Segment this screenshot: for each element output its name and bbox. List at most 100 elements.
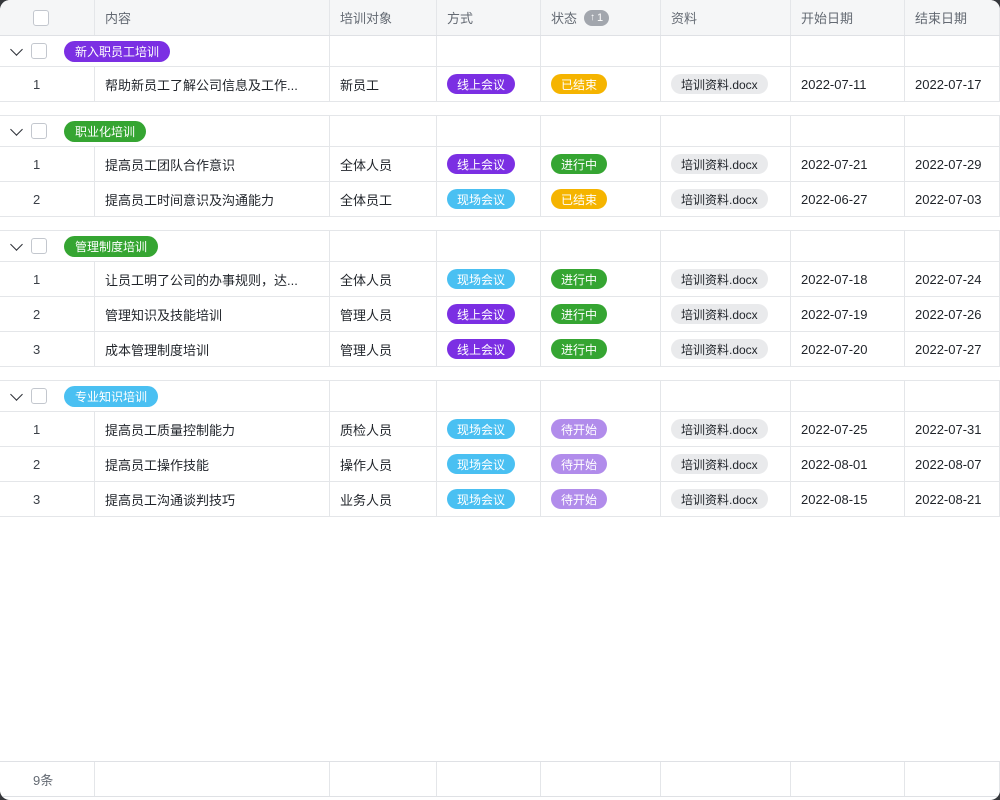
start-date-cell[interactable]: 2022-06-27 (791, 182, 905, 216)
method-pill[interactable]: 现场会议 (447, 454, 515, 474)
target-cell[interactable]: 全体人员 (330, 262, 437, 296)
method-pill[interactable]: 线上会议 (447, 304, 515, 324)
content-cell[interactable]: 提高员工沟通谈判技巧 (95, 482, 330, 516)
status-pill[interactable]: 待开始 (551, 419, 607, 439)
end-date-cell[interactable]: 2022-07-27 (905, 332, 1000, 366)
method-cell[interactable]: 线上会议 (437, 297, 541, 331)
end-date-cell[interactable]: 2022-07-29 (905, 147, 1000, 181)
end-date-cell[interactable]: 2022-08-07 (905, 447, 1000, 481)
status-cell[interactable]: 已结束 (541, 67, 661, 101)
end-date-cell[interactable]: 2022-07-31 (905, 412, 1000, 446)
method-pill[interactable]: 线上会议 (447, 339, 515, 359)
method-pill[interactable]: 现场会议 (447, 189, 515, 209)
content-cell[interactable]: 提高员工团队合作意识 (95, 147, 330, 181)
status-cell[interactable]: 进行中 (541, 147, 661, 181)
table-row[interactable]: 3 提高员工沟通谈判技巧 业务人员 现场会议 待开始 培训资料.docx 202… (0, 482, 1000, 517)
method-cell[interactable]: 现场会议 (437, 262, 541, 296)
content-cell[interactable]: 提高员工操作技能 (95, 447, 330, 481)
method-pill[interactable]: 现场会议 (447, 269, 515, 289)
material-file-pill[interactable]: 培训资料.docx (671, 154, 768, 174)
table-row[interactable]: 1 帮助新员工了解公司信息及工作... 新员工 线上会议 已结束 培训资料.do… (0, 67, 1000, 102)
material-file-pill[interactable]: 培训资料.docx (671, 454, 768, 474)
column-header-material[interactable]: 资料 (661, 0, 791, 35)
material-cell[interactable]: 培训资料.docx (661, 332, 791, 366)
method-cell[interactable]: 现场会议 (437, 182, 541, 216)
group-header-row[interactable]: 专业知识培训 (0, 381, 1000, 412)
material-cell[interactable]: 培训资料.docx (661, 297, 791, 331)
method-pill[interactable]: 线上会议 (447, 154, 515, 174)
target-cell[interactable]: 管理人员 (330, 332, 437, 366)
group-name-badge[interactable]: 职业化培训 (64, 121, 146, 142)
group-checkbox[interactable] (31, 123, 47, 139)
target-cell[interactable]: 业务人员 (330, 482, 437, 516)
material-file-pill[interactable]: 培训资料.docx (671, 489, 768, 509)
method-cell[interactable]: 线上会议 (437, 332, 541, 366)
end-date-cell[interactable]: 2022-07-26 (905, 297, 1000, 331)
start-date-cell[interactable]: 2022-07-19 (791, 297, 905, 331)
table-row[interactable]: 2 提高员工时间意识及沟通能力 全体员工 现场会议 已结束 培训资料.docx … (0, 182, 1000, 217)
method-cell[interactable]: 现场会议 (437, 447, 541, 481)
table-row[interactable]: 1 让员工明了公司的办事规则，达... 全体人员 现场会议 进行中 培训资料.d… (0, 262, 1000, 297)
status-pill[interactable]: 待开始 (551, 489, 607, 509)
table-row[interactable]: 2 提高员工操作技能 操作人员 现场会议 待开始 培训资料.docx 2022-… (0, 447, 1000, 482)
group-name-badge[interactable]: 管理制度培训 (64, 236, 158, 257)
group-header-row[interactable]: 职业化培训 (0, 116, 1000, 147)
group-checkbox[interactable] (31, 238, 47, 254)
target-cell[interactable]: 新员工 (330, 67, 437, 101)
material-file-pill[interactable]: 培训资料.docx (671, 74, 768, 94)
sort-badge[interactable]: ↑ 1 (584, 10, 609, 26)
content-cell[interactable]: 提高员工质量控制能力 (95, 412, 330, 446)
group-header-row[interactable]: 管理制度培训 (0, 231, 1000, 262)
status-pill[interactable]: 进行中 (551, 339, 607, 359)
method-cell[interactable]: 线上会议 (437, 147, 541, 181)
start-date-cell[interactable]: 2022-07-21 (791, 147, 905, 181)
start-date-cell[interactable]: 2022-08-15 (791, 482, 905, 516)
status-pill[interactable]: 进行中 (551, 154, 607, 174)
column-header-start-date[interactable]: 开始日期 (791, 0, 905, 35)
target-cell[interactable]: 操作人员 (330, 447, 437, 481)
end-date-cell[interactable]: 2022-07-24 (905, 262, 1000, 296)
method-cell[interactable]: 现场会议 (437, 412, 541, 446)
method-pill[interactable]: 现场会议 (447, 419, 515, 439)
collapse-chevron-down-icon[interactable] (10, 238, 23, 251)
method-pill[interactable]: 现场会议 (447, 489, 515, 509)
material-cell[interactable]: 培训资料.docx (661, 447, 791, 481)
content-cell[interactable]: 提高员工时间意识及沟通能力 (95, 182, 330, 216)
target-cell[interactable]: 质检人员 (330, 412, 437, 446)
material-cell[interactable]: 培训资料.docx (661, 182, 791, 216)
method-cell[interactable]: 现场会议 (437, 482, 541, 516)
material-file-pill[interactable]: 培训资料.docx (671, 419, 768, 439)
content-cell[interactable]: 管理知识及技能培训 (95, 297, 330, 331)
status-pill[interactable]: 待开始 (551, 454, 607, 474)
column-header-target[interactable]: 培训对象 (330, 0, 437, 35)
collapse-chevron-down-icon[interactable] (10, 123, 23, 136)
content-cell[interactable]: 帮助新员工了解公司信息及工作... (95, 67, 330, 101)
end-date-cell[interactable]: 2022-08-21 (905, 482, 1000, 516)
status-cell[interactable]: 进行中 (541, 332, 661, 366)
status-cell[interactable]: 已结束 (541, 182, 661, 216)
status-pill[interactable]: 已结束 (551, 74, 607, 94)
start-date-cell[interactable]: 2022-08-01 (791, 447, 905, 481)
collapse-chevron-down-icon[interactable] (10, 388, 23, 401)
group-checkbox[interactable] (31, 43, 47, 59)
column-header-status[interactable]: 状态 ↑ 1 (541, 0, 661, 35)
material-file-pill[interactable]: 培训资料.docx (671, 269, 768, 289)
method-pill[interactable]: 线上会议 (447, 74, 515, 94)
material-cell[interactable]: 培训资料.docx (661, 412, 791, 446)
table-row[interactable]: 3 成本管理制度培训 管理人员 线上会议 进行中 培训资料.docx 2022-… (0, 332, 1000, 367)
method-cell[interactable]: 线上会议 (437, 67, 541, 101)
material-cell[interactable]: 培训资料.docx (661, 67, 791, 101)
status-pill[interactable]: 进行中 (551, 269, 607, 289)
target-cell[interactable]: 全体员工 (330, 182, 437, 216)
content-cell[interactable]: 成本管理制度培训 (95, 332, 330, 366)
group-header-row[interactable]: 新入职员工培训 (0, 36, 1000, 67)
group-name-badge[interactable]: 专业知识培训 (64, 386, 158, 407)
material-file-pill[interactable]: 培训资料.docx (671, 339, 768, 359)
table-row[interactable]: 1 提高员工团队合作意识 全体人员 线上会议 进行中 培训资料.docx 202… (0, 147, 1000, 182)
table-row[interactable]: 1 提高员工质量控制能力 质检人员 现场会议 待开始 培训资料.docx 202… (0, 412, 1000, 447)
end-date-cell[interactable]: 2022-07-17 (905, 67, 1000, 101)
status-cell[interactable]: 进行中 (541, 297, 661, 331)
end-date-cell[interactable]: 2022-07-03 (905, 182, 1000, 216)
status-cell[interactable]: 待开始 (541, 447, 661, 481)
table-row[interactable]: 2 管理知识及技能培训 管理人员 线上会议 进行中 培训资料.docx 2022… (0, 297, 1000, 332)
